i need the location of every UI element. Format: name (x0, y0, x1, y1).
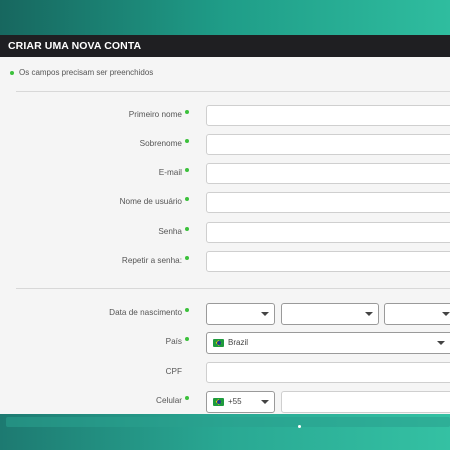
birthdate-row: Data de nascimento (0, 303, 450, 325)
last-name-label: Sobrenome (139, 139, 182, 148)
phone-row: Celular +55 (0, 391, 450, 413)
password-input[interactable] (206, 222, 450, 243)
repeat-password-input[interactable] (206, 251, 450, 272)
country-select[interactable]: Brazil (206, 332, 450, 354)
email-input[interactable] (206, 163, 450, 184)
registration-panel: CRIAR UMA NOVA CONTA Os campos precisam … (0, 35, 450, 414)
cpf-label: CPF (165, 367, 182, 376)
carousel-dot[interactable] (298, 425, 301, 428)
password-row: Senha (0, 222, 450, 244)
chevron-down-icon (442, 312, 450, 316)
phone-code-value: +55 (228, 397, 242, 406)
divider (16, 288, 450, 289)
required-dot-icon (185, 227, 189, 231)
cpf-input[interactable] (206, 362, 450, 383)
phone-number-input[interactable] (281, 391, 450, 413)
brazil-flag-icon (213, 398, 224, 406)
birth-month-select[interactable] (281, 303, 379, 325)
birth-year-select[interactable] (384, 303, 450, 325)
username-label: Nome de usuário (119, 197, 182, 206)
chevron-down-icon (365, 312, 373, 316)
email-label: E-mail (158, 168, 182, 177)
required-dot-icon (185, 308, 189, 312)
chevron-down-icon (261, 312, 269, 316)
divider (16, 91, 450, 92)
last-name-row: Sobrenome (0, 134, 450, 156)
password-label: Senha (158, 227, 182, 236)
required-dot-icon (185, 337, 189, 341)
first-name-input[interactable] (206, 105, 450, 126)
required-dot-icon (185, 139, 189, 143)
birth-day-select[interactable] (206, 303, 275, 325)
required-dot-icon (185, 110, 189, 114)
cpf-row: CPF (0, 362, 450, 384)
username-input[interactable] (206, 192, 450, 213)
brazil-flag-icon (213, 339, 224, 347)
required-dot-icon (185, 197, 189, 201)
first-name-row: Primeiro nome (0, 105, 450, 127)
top-background-band (0, 0, 450, 35)
last-name-input[interactable] (206, 134, 450, 155)
required-dot-icon (185, 256, 189, 260)
required-dot-icon (185, 396, 189, 400)
phone-label: Celular (156, 396, 182, 405)
country-row: País Brazil (0, 332, 450, 354)
scrollbar-track[interactable] (6, 417, 450, 427)
required-dot-icon (10, 70, 14, 75)
birthdate-label: Data de nascimento (109, 308, 182, 317)
phone-code-select[interactable]: +55 (206, 391, 275, 413)
required-dot-icon (185, 168, 189, 172)
username-row: Nome de usuário (0, 192, 450, 214)
first-name-label: Primeiro nome (128, 110, 182, 119)
chevron-down-icon (261, 400, 269, 404)
email-row: E-mail (0, 163, 450, 185)
repeat-password-label: Repetir a senha: (121, 256, 182, 265)
country-label: País (165, 337, 182, 346)
repeat-password-row: Repetir a senha: (0, 251, 450, 273)
chevron-down-icon (437, 341, 445, 345)
required-note: Os campos precisam ser preenchidos (10, 68, 153, 77)
required-note-text: Os campos precisam ser preenchidos (19, 68, 154, 77)
form-title: CRIAR UMA NOVA CONTA (0, 35, 450, 57)
country-value: Brazil (228, 338, 249, 347)
